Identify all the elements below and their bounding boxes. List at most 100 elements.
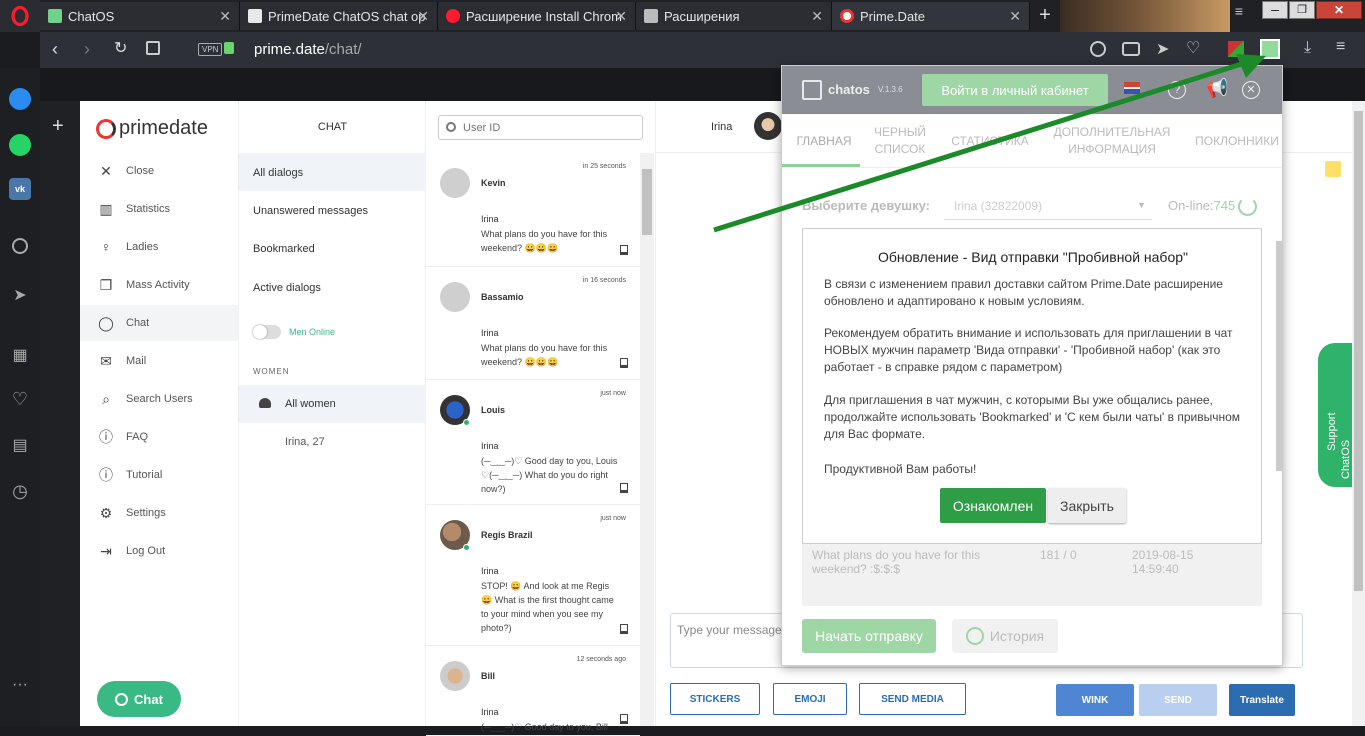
stickers-button[interactable]: STICKERS [670, 683, 760, 715]
news-sidebar-icon[interactable]: ▤ [9, 434, 31, 456]
user-id-input[interactable] [463, 119, 633, 136]
heart-sidebar-icon[interactable]: ♡ [9, 388, 31, 410]
vk-icon[interactable]: vk [9, 178, 31, 200]
support-tab[interactable]: Support ChatOS [1318, 343, 1352, 487]
emoji-button[interactable]: EMOJI [773, 683, 847, 715]
reload-icon[interactable]: ↻ [114, 40, 127, 58]
close-tab-icon[interactable]: ✕ [1009, 8, 1021, 25]
conversation-card[interactable]: in 16 seconds Bassamio Irina What plans do … [426, 267, 640, 380]
conversation-card[interactable]: just now Regis Brazil Irina STOP! 😀 And loo… [426, 505, 640, 646]
primedate-logo[interactable]: primedate [96, 117, 208, 140]
conversation-name: Bassamio [481, 292, 524, 302]
conversation-list: in 25 seconds Kevin Irina What plans do you… [426, 101, 656, 736]
history-sidebar-icon[interactable]: ◷ [9, 480, 31, 502]
download-icon[interactable]: ⤓ [1304, 39, 1311, 57]
messenger-icon[interactable] [9, 88, 31, 110]
tab-menu-icon[interactable]: ≡ [1230, 3, 1248, 23]
filter-active[interactable]: Active dialogs [253, 282, 321, 294]
nav-item-mail[interactable]: ✉ Mail [80, 343, 239, 379]
nav-item-statistics[interactable]: ▥ Statistics [80, 191, 239, 227]
nav-item-ladies[interactable]: ♀ Ladies [80, 229, 239, 265]
close-tab-icon[interactable]: ✕ [811, 8, 823, 25]
conversation-card[interactable]: 12 seconds ago Bill Irina (─‿‿─)♡ Good day … [426, 646, 640, 736]
avatar[interactable] [440, 168, 470, 198]
list-scrollbar[interactable] [640, 153, 654, 726]
popup-scroll-thumb[interactable] [1276, 241, 1282, 471]
start-sending-button[interactable]: Начать отправку [802, 619, 936, 653]
nav-item-faq[interactable]: ⓘ FAQ [80, 419, 239, 455]
chat-float-button[interactable]: Chat [97, 681, 181, 717]
new-tab-button[interactable]: + [1034, 4, 1056, 28]
minimize-button[interactable]: – [1262, 1, 1288, 19]
conversation-card[interactable]: in 25 seconds Kevin Irina What plans do you… [426, 153, 640, 267]
whatsapp-icon[interactable] [9, 134, 31, 156]
search-sidebar-icon[interactable] [12, 238, 28, 254]
avatar[interactable] [440, 661, 470, 691]
bookmark-icon[interactable] [620, 483, 628, 493]
wink-button[interactable]: WINK [1056, 684, 1134, 716]
conversation-sender: Irina [481, 566, 499, 576]
tab-extensions[interactable]: Расширения ✕ [636, 2, 832, 30]
conversation-sender: Irina [481, 441, 499, 451]
page-scroll-thumb[interactable] [1354, 111, 1363, 591]
bookmark-icon[interactable] [620, 714, 628, 724]
men-online-toggle[interactable] [253, 325, 281, 339]
tab-extension-install[interactable]: Расширение Install Chrom ✕ [438, 2, 636, 30]
close-tab-icon[interactable]: ✕ [615, 8, 627, 25]
close-tab-icon[interactable]: ✕ [417, 8, 429, 25]
close-tab-icon[interactable]: ✕ [219, 8, 231, 25]
woman-item[interactable]: Irina, 27 [285, 436, 325, 448]
tab-prime-date[interactable]: Prime.Date ✕ [832, 2, 1030, 30]
conversation-name: Regis Brazil [481, 530, 533, 540]
filter-bookmarked[interactable]: Bookmarked [253, 243, 315, 255]
close-modal-button[interactable]: Закрыть [1048, 488, 1126, 523]
speed-dial-sidebar-icon[interactable]: ▦ [9, 344, 31, 366]
more-icon[interactable]: ··· [9, 674, 31, 696]
conversation-card[interactable]: just now Louis Irina (─‿‿─)♡ Good day to yo… [426, 380, 640, 505]
nav-item-tutorial[interactable]: ⓘ Tutorial [80, 457, 239, 493]
conversation-preview: What plans do you have for this weekend?… [481, 229, 608, 253]
acknowledge-button[interactable]: Ознакомлен [940, 488, 1046, 523]
opera-menu-button[interactable] [0, 0, 40, 32]
filter-unanswered[interactable]: Unanswered messages [253, 205, 368, 217]
url-field[interactable]: prime.date/chat/ [254, 41, 362, 58]
opera-sidebar: vk ➤ ▦ ♡ ▤ ◷ ··· [0, 68, 40, 726]
nav-item-log-out[interactable]: ⇥ Log Out [80, 533, 239, 569]
close-window-button[interactable]: ✕ [1316, 1, 1362, 19]
scroll-thumb[interactable] [642, 169, 652, 235]
notes-icon[interactable] [1325, 161, 1341, 177]
all-women-item[interactable]: All women [239, 385, 426, 423]
avatar[interactable] [440, 282, 470, 312]
nav-item-settings[interactable]: ⚙ Settings [80, 495, 239, 531]
conversation-time: in 25 seconds [582, 163, 626, 170]
filter-all-dialogs[interactable]: All dialogs [239, 153, 426, 191]
easy-setup-icon[interactable]: ≡ [1336, 38, 1345, 56]
ladies-icon: ♀ [100, 239, 112, 255]
opera-logo-icon [11, 6, 29, 26]
nav-item-chat[interactable]: ◯ Chat [80, 305, 239, 341]
send-media-button[interactable]: SEND MEDIA [859, 683, 966, 715]
forward-icon[interactable]: › [84, 40, 90, 58]
bookmark-icon[interactable] [620, 245, 628, 255]
vpn-badge[interactable]: VPN [198, 43, 223, 56]
tab-chatos[interactable]: ChatOS ✕ [40, 2, 240, 30]
maximize-button[interactable]: ❐ [1289, 1, 1315, 19]
nav-item-search-users[interactable]: ⌕ Search Users [80, 381, 239, 417]
history-button[interactable]: История [952, 619, 1058, 653]
send-sidebar-icon[interactable]: ➤ [9, 284, 31, 306]
bookmark-icon[interactable] [620, 624, 628, 634]
info-icon: ⓘ [99, 429, 113, 445]
tab-primedate-chatos[interactable]: PrimeDate ChatOS chat op ✕ [240, 2, 438, 30]
nav-item-close[interactable]: ✕ Close [80, 153, 239, 189]
search-icon [446, 122, 456, 132]
search-box[interactable] [438, 115, 643, 140]
add-icon[interactable]: + [52, 115, 64, 138]
page-scrollbar[interactable] [1352, 101, 1365, 726]
conversation-time: in 16 seconds [582, 277, 626, 284]
translate-button[interactable]: Translate [1229, 684, 1295, 716]
nav-item-mass-activity[interactable]: ❐ Mass Activity [80, 267, 239, 303]
send-button[interactable]: SEND [1139, 684, 1217, 716]
speed-dial-icon[interactable] [146, 41, 160, 55]
bookmark-icon[interactable] [620, 358, 628, 368]
back-icon[interactable]: ‹ [52, 40, 58, 58]
